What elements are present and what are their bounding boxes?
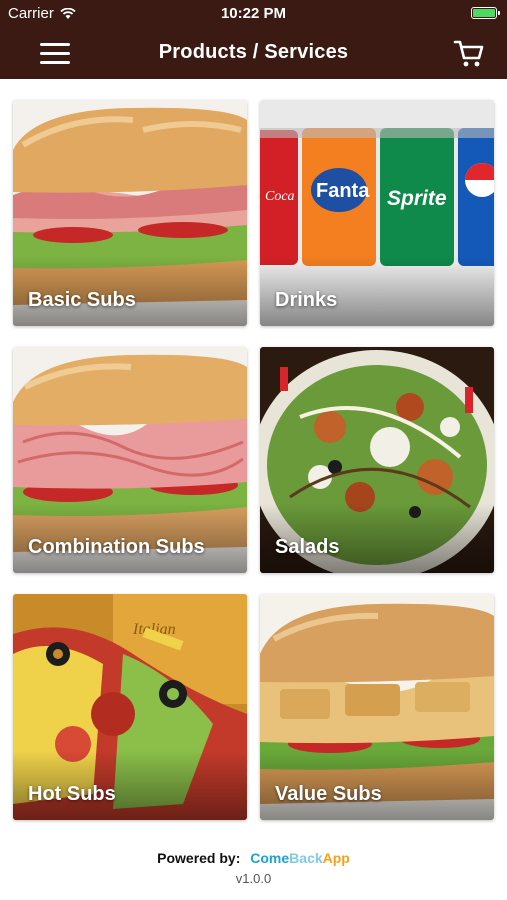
category-label: Combination Subs [28,536,205,558]
powered-by-line: Powered by: ComeBackApp [0,850,507,866]
category-tile-salads[interactable]: Salads [260,347,494,573]
brand-link[interactable]: ComeBackApp [250,850,350,866]
category-tile-hot-subs[interactable]: Italian Hot Subs [13,594,247,820]
category-label: Basic Subs [28,289,136,311]
brand-app: App [322,850,350,866]
category-label: Salads [275,536,340,558]
nav-bar: Products / Services [0,28,507,79]
status-time: 10:22 PM [220,5,287,22]
cart-icon[interactable] [452,37,486,69]
category-label: Value Subs [275,783,382,805]
svg-text:Coca: Coca [265,189,295,204]
footer: Powered by: ComeBackApp v1.0.0 [0,850,507,886]
powered-by-label: Powered by: [157,850,241,866]
page-title: Products / Services [158,41,349,63]
brand-back: Back [289,850,323,866]
status-bar: Carrier 10:22 PM [0,0,507,28]
svg-text:Sprite: Sprite [387,187,447,210]
category-tile-basic-subs[interactable]: Basic Subs [13,100,247,326]
app-version: v1.0.0 [235,871,272,886]
category-tile-drinks[interactable]: Coca Fanta Sprite Drinks [260,100,494,326]
category-label: Drinks [275,289,338,311]
category-tile-combination-subs[interactable]: Combination Subs [13,347,247,573]
brand-come: Come [250,850,290,866]
battery-icon [471,7,500,19]
category-tile-value-subs[interactable]: Value Subs [260,594,494,820]
category-label: Hot Subs [28,783,116,805]
svg-text:Fanta: Fanta [316,180,370,202]
